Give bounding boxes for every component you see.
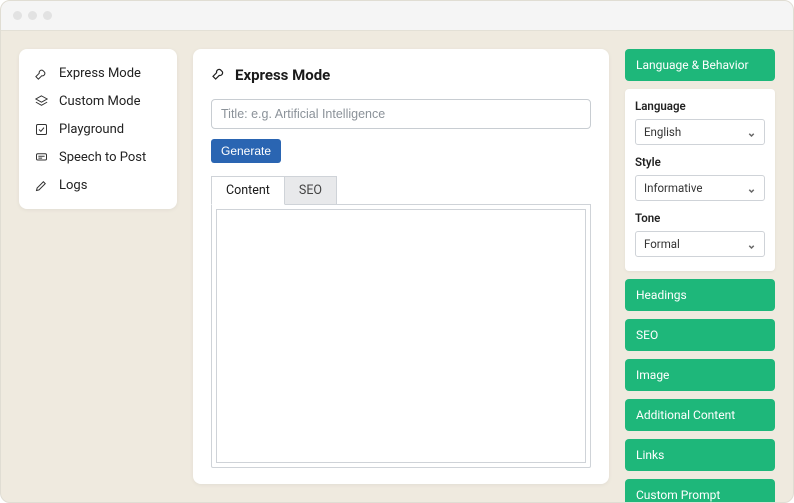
window-dot [13,11,22,20]
sidebar-item-label: Logs [59,178,87,193]
page-title: Express Mode [211,65,591,85]
speech-icon [33,149,49,165]
accordion-seo[interactable]: SEO [625,319,775,351]
accordion-custom-prompt[interactable]: Custom Prompt [625,479,775,503]
window-titlebar [1,1,793,31]
style-label: Style [635,155,765,169]
chevron-down-icon [747,184,756,193]
sidebar-item-express-mode[interactable]: Express Mode [27,59,169,87]
sidebar: Express Mode Custom Mode Playground Spee… [19,49,177,209]
sidebar-item-label: Playground [59,122,124,137]
style-select-value: Informative [644,181,702,195]
generate-button[interactable]: Generate [211,139,281,163]
tone-select-value: Formal [644,237,680,251]
chevron-down-icon [747,128,756,137]
language-behavior-card: Language English Style Informative Tone … [625,89,775,271]
chevron-down-icon [747,240,756,249]
layers-icon [33,93,49,109]
sidebar-item-label: Custom Mode [59,94,141,109]
app-window: Express Mode Custom Mode Playground Spee… [0,0,794,503]
right-panel: Language & Behavior Language English Sty… [625,49,775,484]
language-select-value: English [644,125,681,139]
tab-seo[interactable]: SEO [284,176,337,205]
page-title-text: Express Mode [235,66,330,84]
window-dot [43,11,52,20]
sidebar-item-custom-mode[interactable]: Custom Mode [27,87,169,115]
tone-select[interactable]: Formal [635,231,765,257]
wrench-icon [211,65,227,85]
wrench-icon [33,65,49,81]
accordion-additional-content[interactable]: Additional Content [625,399,775,431]
sidebar-item-speech-to-post[interactable]: Speech to Post [27,143,169,171]
workspace: Express Mode Custom Mode Playground Spee… [1,31,793,502]
accordion-links[interactable]: Links [625,439,775,471]
sidebar-item-label: Speech to Post [59,150,146,165]
accordion-language-behavior[interactable]: Language & Behavior [625,49,775,81]
main-panel: Express Mode Generate Content SEO [193,49,609,484]
accordion-headings[interactable]: Headings [625,279,775,311]
language-select[interactable]: English [635,119,765,145]
tab-content[interactable]: Content [211,176,285,205]
title-input[interactable] [211,99,591,129]
content-textarea[interactable] [216,209,586,463]
sidebar-item-label: Express Mode [59,66,141,81]
style-select[interactable]: Informative [635,175,765,201]
sidebar-item-logs[interactable]: Logs [27,171,169,199]
checkbox-icon [33,121,49,137]
tone-label: Tone [635,211,765,225]
tabs: Content SEO [211,175,591,204]
accordion-image[interactable]: Image [625,359,775,391]
pen-icon [33,177,49,193]
content-box [211,204,591,468]
sidebar-item-playground[interactable]: Playground [27,115,169,143]
window-dot [28,11,37,20]
language-label: Language [635,99,765,113]
